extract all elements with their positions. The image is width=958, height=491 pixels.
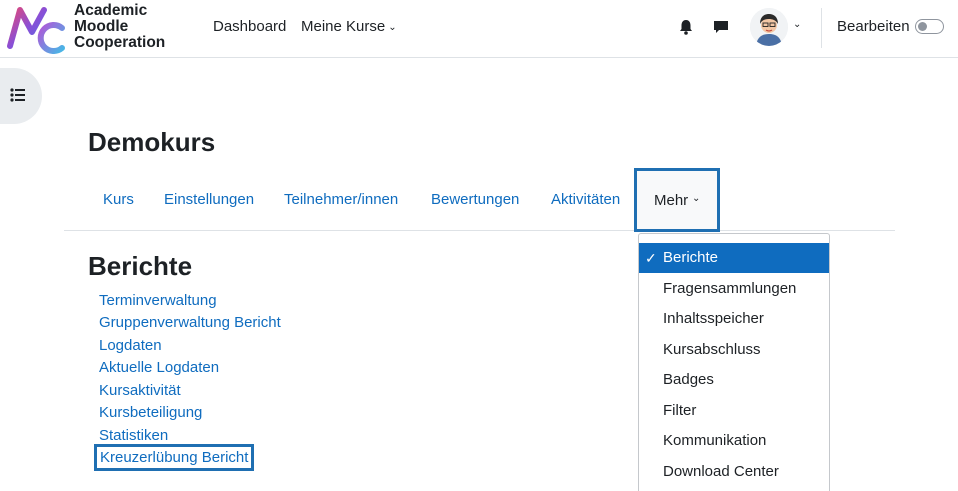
tab-more[interactable]: Mehr ⌄: [634, 168, 720, 232]
more-dropdown-menu: ✓ Berichte Fragensammlungen Inhaltsspeic…: [638, 233, 830, 491]
user-avatar[interactable]: [750, 8, 788, 46]
report-link-logdaten[interactable]: Logdaten: [99, 337, 162, 354]
menu-item-filter[interactable]: Filter: [639, 396, 829, 426]
edit-mode-toggle[interactable]: [915, 19, 944, 34]
menu-item-kursabschluss[interactable]: Kursabschluss: [639, 335, 829, 365]
report-link-kursaktivitaet[interactable]: Kursaktivität: [99, 382, 181, 399]
chevron-down-icon: ⌄: [388, 22, 397, 33]
tab-teilnehmer[interactable]: Teilnehmer/innen: [284, 191, 398, 208]
tab-aktivitaeten[interactable]: Aktivitäten: [551, 191, 620, 208]
report-link-kursbeteiligung[interactable]: Kursbeteiligung: [99, 404, 202, 421]
navbar-divider: [821, 8, 822, 48]
nav-dashboard[interactable]: Dashboard: [213, 18, 286, 35]
chevron-down-icon: ⌄: [692, 193, 701, 204]
amc-logo[interactable]: [6, 2, 66, 54]
menu-item-kommunikation[interactable]: Kommunikation: [639, 426, 829, 456]
report-link-gruppenverwaltung[interactable]: Gruppenverwaltung Bericht: [99, 314, 281, 331]
notification-bell-icon[interactable]: [676, 17, 696, 37]
top-navbar: Academic Moodle Cooperation Dashboard Me…: [0, 0, 958, 58]
nav-my-courses[interactable]: Meine Kurse ⌄: [301, 18, 397, 35]
menu-item-download-center[interactable]: Download Center: [639, 457, 829, 487]
tab-bewertungen[interactable]: Bewertungen: [431, 191, 519, 208]
messages-icon[interactable]: [711, 17, 731, 37]
menu-item-inhaltsspeicher[interactable]: Inhaltsspeicher: [639, 304, 829, 334]
check-icon: ✓: [645, 250, 657, 266]
report-link-statistiken[interactable]: Statistiken: [99, 427, 168, 444]
brand-name: Academic Moodle Cooperation: [74, 2, 166, 51]
section-title: Berichte: [88, 251, 193, 281]
secondary-navigation: Kurs Einstellungen Teilnehmer/innen Bewe…: [64, 168, 895, 232]
tab-kurs[interactable]: Kurs: [103, 191, 134, 208]
report-link-terminverwaltung[interactable]: Terminverwaltung: [99, 292, 217, 309]
tab-einstellungen[interactable]: Einstellungen: [164, 191, 254, 208]
report-link-kreuzeruebung[interactable]: Kreuzerlübung Bericht: [93, 444, 255, 471]
list-icon: [10, 88, 25, 102]
course-index-drawer-button[interactable]: [0, 68, 42, 124]
menu-item-badges[interactable]: Badges: [639, 365, 829, 395]
menu-item-berichte[interactable]: ✓ Berichte: [639, 243, 829, 273]
page-title: Demokurs: [88, 127, 216, 157]
report-link-aktuelle-logdaten[interactable]: Aktuelle Logdaten: [99, 359, 219, 376]
menu-item-fragensammlungen[interactable]: Fragensammlungen: [639, 274, 829, 304]
user-menu-chevron-icon[interactable]: ⌄: [793, 19, 801, 30]
edit-mode-label: Bearbeiten: [837, 18, 910, 35]
tab-more-label: Mehr: [654, 192, 689, 209]
